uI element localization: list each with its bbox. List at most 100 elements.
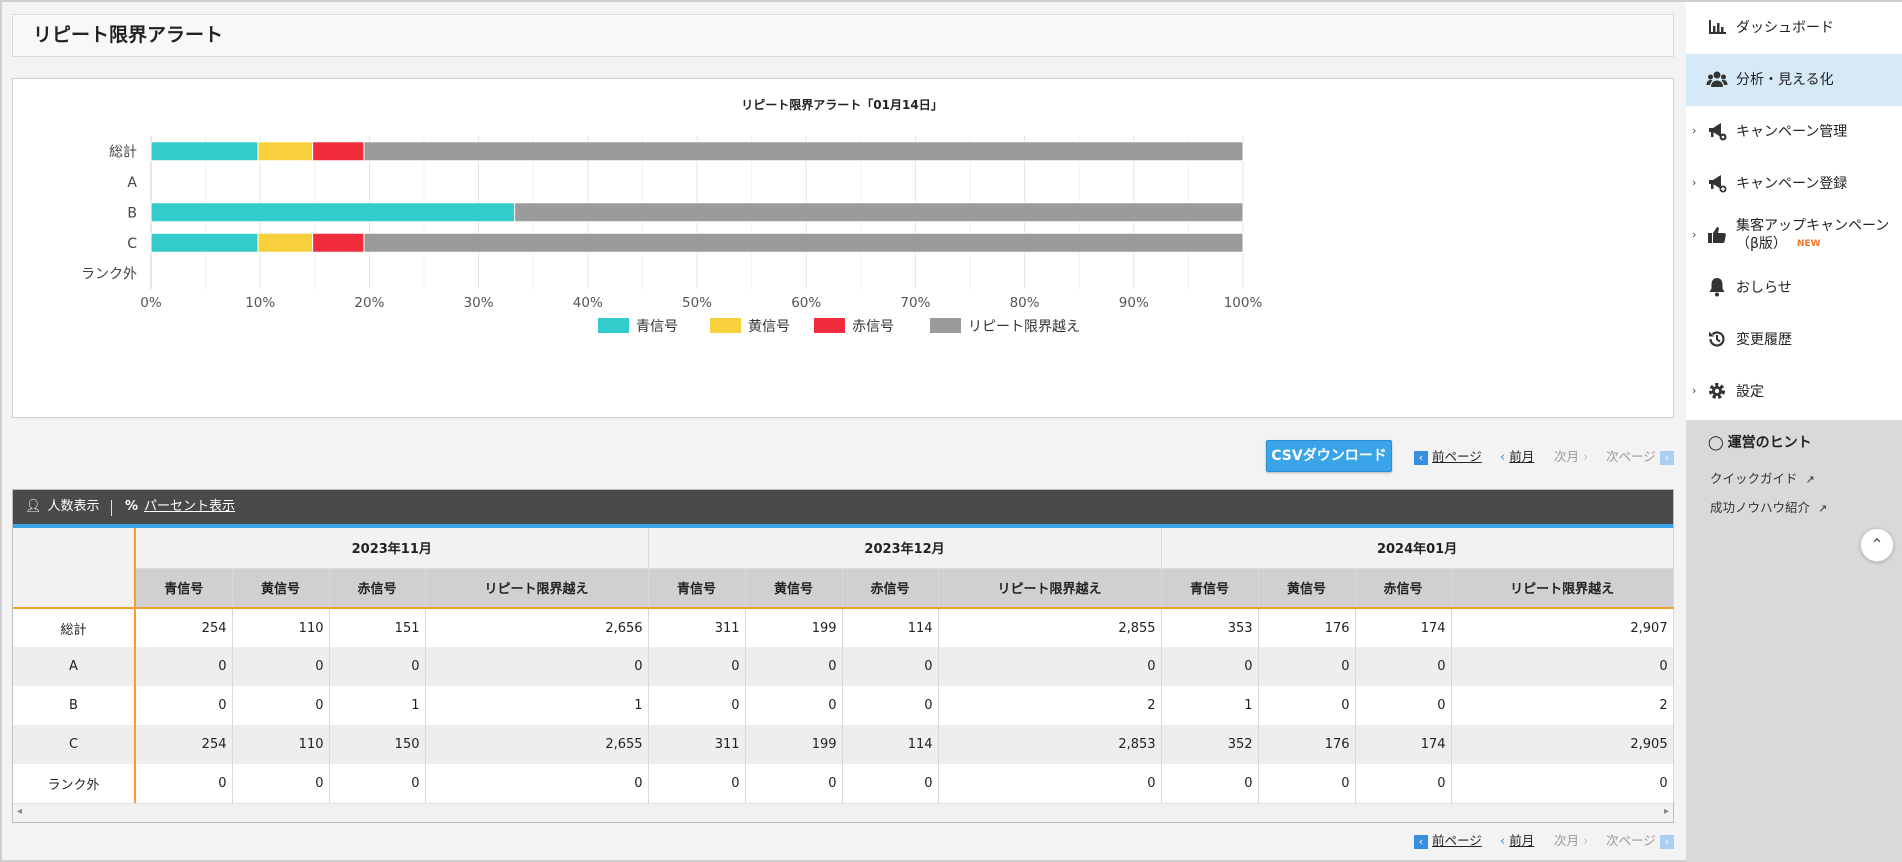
table-cell: 2,907 [1451,608,1674,647]
sidebar-item-history[interactable]: 変更履歴 [1686,314,1902,366]
prev-month-link[interactable]: ‹ 前月 [1500,447,1534,468]
table-cell: 0 [745,764,843,803]
prev-page-link[interactable]: ‹ 前ページ [1414,831,1482,851]
csv-download-button[interactable]: CSVダウンロード [1266,440,1392,472]
pager-bottom: ‹ 前ページ ‹ 前月 次月 › 次ページ › [1414,831,1674,851]
table-cell: 0 [135,647,233,686]
category-label: ランク外 [81,266,137,282]
thumbs-up-icon [1708,227,1726,243]
horizontal-scrollbar[interactable]: ◂ ▸ [13,803,1673,822]
table-cell: 0 [232,686,330,725]
month-header: 2023年12月 [648,528,1162,569]
table-cell: 254 [135,608,233,647]
sidebar-item-settings[interactable]: › 設定 [1686,366,1902,418]
sidebar-item-label: 集客アップキャンペーン [1736,218,1890,234]
chevron-left-icon: ‹ [1414,834,1428,849]
history-icon [1709,331,1725,347]
sidebar-item-dashboard[interactable]: ダッシュボード [1686,2,1902,54]
stacked-bar-chart: リピート限界アラート「01月14日」 総計 ABC ランク外 0% 10% 20% 30%… [81,97,1263,335]
table-cell: 311 [648,725,746,764]
chevron-right-icon: › [1692,176,1697,189]
table-cell: 0 [842,686,939,725]
prev-month-link[interactable]: ‹ 前月 [1500,831,1534,852]
person-icon: 👤︎ [25,499,42,514]
gear-icon [1709,383,1725,399]
legend-label: 赤信号 [852,319,894,335]
sidebar-item-notices[interactable]: おしらせ [1686,262,1902,314]
table-cell: 1 [425,686,649,725]
next-page-link: 次ページ › [1606,831,1674,851]
table-cell: 352 [1161,725,1259,764]
table-cell: 176 [1258,725,1356,764]
table-cell: 2 [938,686,1162,725]
x-tick-label: 70% [900,295,930,311]
chevron-right-icon: › [1583,450,1589,465]
legend-swatch [598,318,629,333]
sidebar-item-campaign-manage[interactable]: › キャンペーン管理 [1686,106,1902,158]
external-link-icon: ↗ [1805,473,1815,486]
category-label: A [127,175,137,191]
chart-panel: リピート限界アラート「01月14日」 総計 A B C ランク外 0% 10% 20% 30%… [12,78,1674,418]
success-knowhow-link[interactable]: 成功ノウハウ紹介 ↗ [1710,497,1827,516]
page-title: リピート限界アラート [12,14,1674,57]
bar-segment [514,202,1244,223]
table-cell: 0 [1451,647,1674,686]
megaphone-gear-icon [1709,123,1727,141]
chevron-right-icon: › [1583,834,1589,849]
x-tick-label: 100% [1224,295,1263,311]
sidebar-item-label-sub: （β版） [1736,236,1787,252]
percent-view-toggle[interactable]: % パーセント表示 [125,490,235,524]
bar-segment [312,141,365,162]
bar-segment [363,232,1244,253]
next-month-link: 次月 › [1554,833,1589,849]
table-cell: 176 [1258,608,1356,647]
sidebar: ダッシュボード 分析・見える化 › キャンペーン管理 › キャンペーン登録 › … [1686,2,1902,862]
chevron-right-icon: › [1659,834,1674,849]
row-label: 総計 [13,608,136,647]
chart-title: リピート限界アラート「01月14日」 [741,97,942,112]
quick-guide-link[interactable]: クイックガイド ↗ [1710,468,1815,487]
chevron-left-icon: ‹ [1500,834,1506,849]
repeat-alert-table: 2023年11月 2023年12月 2024年01月 青信号 黄信号 赤信号 リ… [13,528,1674,803]
lightbulb-icon: ◯ [1708,435,1724,451]
category-label: B [127,205,137,221]
chevron-left-icon: ‹ [1414,450,1428,465]
legend-swatch [930,318,961,333]
data-table-panel: 👤︎ 人数表示 % パーセント表示 2023年11月 2023年12月 2024年0… [12,489,1674,823]
table-cell: 174 [1355,725,1452,764]
table-cell: 0 [648,686,746,725]
scroll-right-icon[interactable]: ▸ [1664,806,1669,817]
sidebar-item-analysis[interactable]: 分析・見える化 [1686,54,1902,106]
hints-title: ◯ 運営のヒント [1708,435,1812,451]
scroll-left-icon[interactable]: ◂ [17,806,22,817]
table-cell: 2,656 [425,608,649,647]
table-cell: 0 [329,764,426,803]
table-cell: 0 [1258,764,1356,803]
sidebar-item-growth-campaign[interactable]: › 集客アップキャンペーン （β版） NEW [1686,210,1902,262]
table-cell: 1 [329,686,426,725]
prev-page-link[interactable]: ‹ 前ページ [1414,447,1482,467]
x-tick-label: 20% [354,295,384,311]
row-label: A [13,647,136,686]
count-view-toggle[interactable]: 👤︎ 人数表示 [25,490,100,524]
table-cell: 114 [842,608,939,647]
corner-cell [13,528,136,609]
external-link-icon: ↗ [1818,502,1828,515]
table-cell: 353 [1161,608,1259,647]
megaphone-plus-icon [1709,175,1727,193]
table-cell: 0 [745,686,843,725]
sidebar-item-campaign-register[interactable]: › キャンペーン登録 [1686,158,1902,210]
table-cell: 2,905 [1451,725,1674,764]
table-cell: 0 [1451,764,1674,803]
chevron-right-icon: › [1692,228,1697,241]
next-month-link: 次月 › [1554,449,1589,465]
chevron-right-icon: › [1692,384,1697,397]
bell-icon [1709,278,1725,297]
table-cell: 2,655 [425,725,649,764]
table-row: ランク外 0 0 0 0 0 0 0 0 0 0 0 0 [13,764,1674,803]
scroll-to-top-button[interactable]: ⌃ [1860,528,1894,562]
table-cell: 0 [135,686,233,725]
next-page-link: 次ページ › [1606,447,1674,467]
bar-segment [150,232,259,253]
table-row: 総計 254 110 151 2,656 311 199 114 2,855 353 176 174 2… [13,608,1674,647]
